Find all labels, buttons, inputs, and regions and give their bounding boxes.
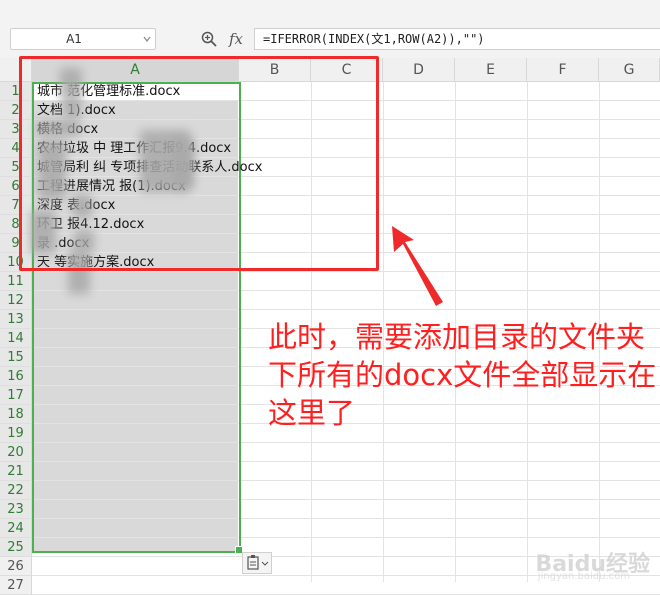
row-header[interactable]: 24 — [0, 519, 32, 538]
row-header[interactable]: 25 — [0, 538, 32, 557]
formula-input[interactable]: =IFERROR(INDEX(文1,ROW(A2)),"") — [254, 28, 660, 50]
column-header-e[interactable]: E — [455, 58, 527, 82]
row-header[interactable]: 13 — [0, 310, 32, 329]
row-header[interactable]: 22 — [0, 481, 32, 500]
row-header[interactable]: 26 — [0, 557, 32, 576]
insert-function-button[interactable]: fx — [229, 28, 243, 50]
zoom-icon[interactable] — [200, 30, 218, 48]
row-header[interactable]: 15 — [0, 348, 32, 367]
column-header-d[interactable]: D — [383, 58, 455, 82]
row-header[interactable]: 18 — [0, 405, 32, 424]
highlight-box — [19, 56, 379, 271]
row-header[interactable]: 23 — [0, 500, 32, 519]
annotation-text: 此时，需要添加目录的文件夹下所有的docx文件全部显示在这里了 — [268, 320, 657, 430]
watermark-url: jingyan.baidu.com — [537, 571, 630, 582]
row-header[interactable]: 16 — [0, 367, 32, 386]
chevron-down-icon[interactable] — [143, 35, 151, 43]
row-header[interactable]: 12 — [0, 291, 32, 310]
column-header-g[interactable]: G — [599, 58, 660, 82]
column-header-f[interactable]: F — [527, 58, 599, 82]
paste-options-icon[interactable] — [242, 552, 272, 574]
row-header[interactable]: 27 — [0, 576, 32, 595]
row-header[interactable]: 20 — [0, 443, 32, 462]
name-box-value: A1 — [66, 32, 82, 46]
name-box[interactable]: A1 — [10, 28, 156, 50]
formula-text: =IFERROR(INDEX(文1,ROW(A2)),"") — [263, 32, 485, 46]
row-header[interactable]: 11 — [0, 272, 32, 291]
formula-toolbar: A1 fx =IFERROR(INDEX(文1,ROW(A2)),"") — [0, 0, 660, 59]
row-header[interactable]: 19 — [0, 424, 32, 443]
row-header[interactable]: 21 — [0, 462, 32, 481]
row-header[interactable]: 17 — [0, 386, 32, 405]
row-header[interactable]: 14 — [0, 329, 32, 348]
